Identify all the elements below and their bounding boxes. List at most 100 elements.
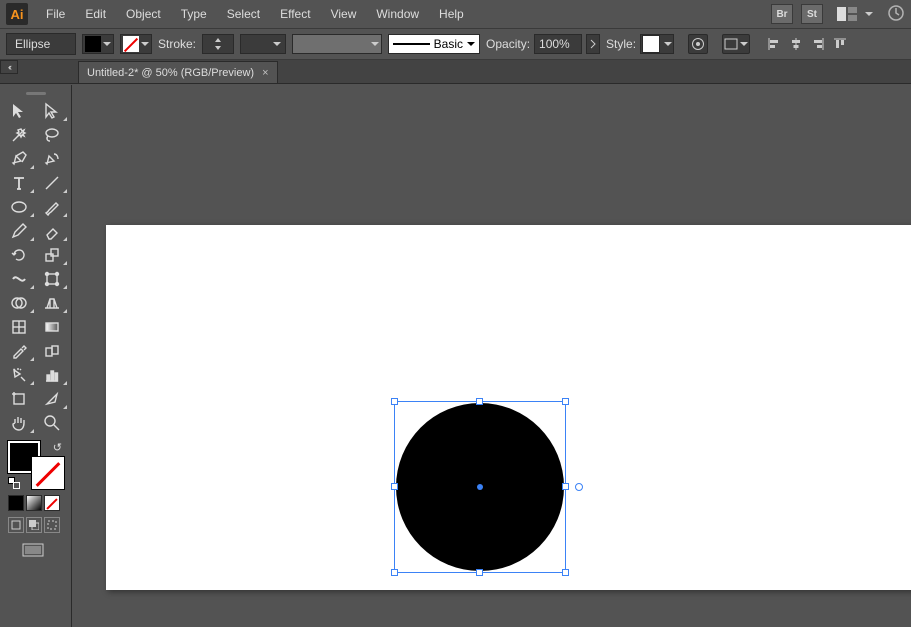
menu-type[interactable]: Type <box>173 3 215 25</box>
rotate-tool[interactable] <box>2 243 36 267</box>
pen-tool[interactable] <box>2 147 36 171</box>
menu-view[interactable]: View <box>323 3 365 25</box>
align-to-dropdown[interactable] <box>722 34 750 54</box>
column-graph-tool[interactable] <box>36 363 70 387</box>
brush-definition-dropdown[interactable]: Basic <box>388 34 480 54</box>
color-mode-solid[interactable] <box>8 495 24 511</box>
stroke-swatch[interactable] <box>120 34 152 54</box>
default-fill-stroke-icon[interactable] <box>8 477 20 489</box>
lasso-tool[interactable] <box>36 123 70 147</box>
color-mode-gradient[interactable] <box>26 495 42 511</box>
slice-tool[interactable] <box>36 387 70 411</box>
chevron-down-icon <box>273 42 281 46</box>
resize-handle-tl[interactable] <box>391 398 398 405</box>
line-segment-tool[interactable] <box>36 171 70 195</box>
mesh-tool[interactable] <box>2 315 36 339</box>
draw-behind[interactable] <box>26 517 42 533</box>
perspective-grid-tool[interactable] <box>36 291 70 315</box>
paintbrush-tool[interactable] <box>36 195 70 219</box>
gpu-preview-icon[interactable] <box>887 4 905 25</box>
opacity-flyout-button[interactable] <box>586 34 600 54</box>
type-tool[interactable] <box>2 171 36 195</box>
canvas-area[interactable] <box>74 85 911 627</box>
menu-effect[interactable]: Effect <box>272 3 318 25</box>
recolor-artwork-button[interactable] <box>688 34 708 54</box>
color-mode-row <box>8 495 69 511</box>
curvature-tool[interactable] <box>36 147 70 171</box>
fill-caret-icon <box>103 42 111 46</box>
blend-tool[interactable] <box>36 339 70 363</box>
fill-swatch[interactable] <box>82 34 114 54</box>
ellipse-tool[interactable] <box>2 195 36 219</box>
symbol-sprayer-tool[interactable] <box>2 363 36 387</box>
resize-handle-tr[interactable] <box>562 398 569 405</box>
scale-tool[interactable] <box>36 243 70 267</box>
variable-width-profile[interactable] <box>292 34 382 54</box>
draw-normal[interactable] <box>8 517 24 533</box>
stroke-weight-field[interactable] <box>202 34 234 54</box>
swap-fill-stroke-icon[interactable]: ↺ <box>53 441 62 454</box>
menu-file[interactable]: File <box>38 3 73 25</box>
zoom-tool[interactable] <box>36 411 70 435</box>
graphic-style-control: Style: <box>606 34 674 54</box>
screen-mode-button[interactable] <box>22 543 69 562</box>
menu-object[interactable]: Object <box>118 3 169 25</box>
selection-tool[interactable] <box>2 99 36 123</box>
graphic-style-dropdown[interactable] <box>640 34 674 54</box>
magic-wand-tool[interactable] <box>2 123 36 147</box>
document-tab-strip: Untitled-2* @ 50% (RGB/Preview) × <box>0 60 911 84</box>
align-center-button[interactable] <box>786 34 806 54</box>
resize-handle-bl[interactable] <box>391 569 398 576</box>
document-tab[interactable]: Untitled-2* @ 50% (RGB/Preview) × <box>78 61 278 83</box>
opacity-field[interactable]: 100% <box>534 34 582 54</box>
stock-button[interactable]: St <box>801 4 823 24</box>
align-right-button[interactable] <box>808 34 828 54</box>
arrange-documents-button[interactable] <box>835 5 859 23</box>
stroke-label: Stroke: <box>158 37 196 51</box>
shape-builder-tool[interactable] <box>2 291 36 315</box>
opacity-value: 100% <box>539 37 570 51</box>
brush-stroke-icon <box>393 43 430 45</box>
stroke-none-icon <box>123 36 139 52</box>
align-top-button[interactable] <box>830 34 850 54</box>
style-label: Style: <box>606 37 636 51</box>
resize-handle-mr[interactable] <box>562 483 569 490</box>
color-mode-none[interactable] <box>44 495 60 511</box>
gradient-tool[interactable] <box>36 315 70 339</box>
selection-type-dropdown[interactable]: Ellipse <box>6 33 76 55</box>
panel-grip[interactable] <box>2 89 69 97</box>
menu-help[interactable]: Help <box>431 3 472 25</box>
collapse-dock-button[interactable]: ‹‹ <box>0 60 18 74</box>
selection-bounding-box[interactable] <box>394 401 566 573</box>
menu-bar: Ai File Edit Object Type Select Effect V… <box>0 0 911 28</box>
close-tab-button[interactable]: × <box>262 67 268 79</box>
pie-widget-handle[interactable] <box>575 483 583 491</box>
menu-window[interactable]: Window <box>368 3 427 25</box>
resize-handle-br[interactable] <box>562 569 569 576</box>
free-transform-tool[interactable] <box>36 267 70 291</box>
align-left-button[interactable] <box>764 34 784 54</box>
stroke-proxy[interactable] <box>32 457 64 489</box>
menu-edit[interactable]: Edit <box>77 3 114 25</box>
menu-select[interactable]: Select <box>219 3 268 25</box>
hand-tool[interactable] <box>2 411 36 435</box>
stroke-profile-dropdown[interactable] <box>240 34 286 54</box>
pencil-tool[interactable] <box>2 219 36 243</box>
eyedropper-tool[interactable] <box>2 339 36 363</box>
style-swatch-icon <box>642 35 660 53</box>
fill-stroke-control[interactable]: ↺ <box>8 441 64 489</box>
bridge-button[interactable]: Br <box>771 4 793 24</box>
resize-handle-tm[interactable] <box>476 398 483 405</box>
arrange-documents-caret[interactable] <box>865 12 873 16</box>
chevron-down-icon <box>740 42 748 46</box>
draw-inside[interactable] <box>44 517 60 533</box>
eraser-tool[interactable] <box>36 219 70 243</box>
width-tool[interactable] <box>2 267 36 291</box>
direct-selection-tool[interactable] <box>36 99 70 123</box>
chevron-down-icon <box>371 42 379 46</box>
opacity-control: Opacity: 100% <box>486 34 600 54</box>
resize-handle-ml[interactable] <box>391 483 398 490</box>
artboard-tool[interactable] <box>2 387 36 411</box>
align-buttons <box>764 34 850 54</box>
resize-handle-bm[interactable] <box>476 569 483 576</box>
